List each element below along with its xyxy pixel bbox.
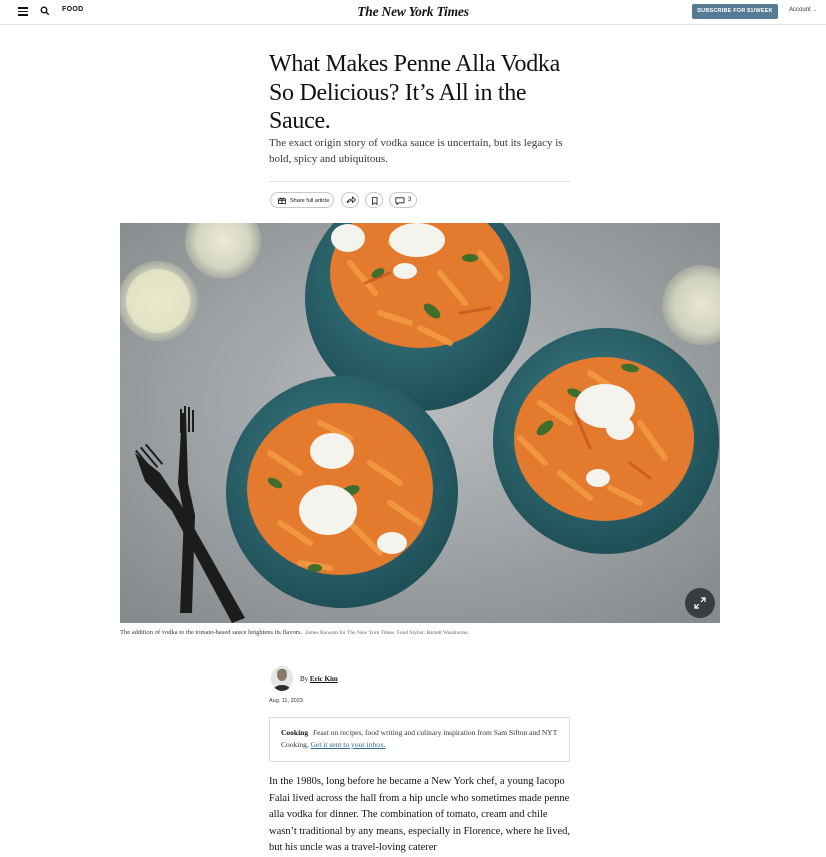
top-nav-bar: FOOD The New York Times SUBSCRIBE FOR $1… [0,0,826,25]
newsletter-promo: Cooking Feast on recipes, food writing a… [269,717,570,762]
divider [269,181,570,182]
pasta-photo [120,223,720,623]
byline-prefix: By [300,675,309,683]
promo-signup-link[interactable]: Get it sent to your inbox. [311,740,386,749]
byline: By Eric Kim [300,675,338,683]
article-headline: What Makes Penne Alla Vodka So Delicious… [269,51,560,134]
image-caption: The addition of vodka to the tomato-base… [120,628,550,639]
comment-icon [395,196,405,205]
lead-image[interactable] [120,223,720,623]
save-button[interactable] [365,192,383,208]
share-button[interactable] [341,192,359,208]
chevron-down-icon: ⌄ [812,7,817,13]
bookmark-icon [372,196,378,205]
comment-count: 3 [408,197,412,203]
expand-icon [694,597,706,609]
author-photo [271,666,293,691]
author-avatar[interactable] [271,666,293,691]
share-label: Share full article [290,198,330,204]
gift-icon [278,197,286,204]
photo-credit: James Ransom for The New York Times. Foo… [305,630,470,636]
publish-date: Aug. 11, 2023 [269,698,303,704]
share-arrow-icon [346,196,356,204]
share-full-article-button[interactable]: Share full article [270,192,334,208]
subscribe-button[interactable]: SUBSCRIBE FOR $1/WEEK [692,4,778,19]
account-menu[interactable]: Account ⌄ [789,7,817,13]
author-link[interactable]: Eric Kim [310,675,338,683]
article-body-paragraph: In the 1980s, long before he became a Ne… [269,776,571,853]
promo-title: Cooking [281,728,309,737]
article-summary: The exact origin story of vodka sauce is… [269,137,563,165]
expand-image-button[interactable] [685,588,715,618]
caption-text: The addition of vodka to the tomato-base… [120,629,303,636]
comments-button[interactable]: 3 [389,192,417,208]
account-label: Account [789,7,811,13]
